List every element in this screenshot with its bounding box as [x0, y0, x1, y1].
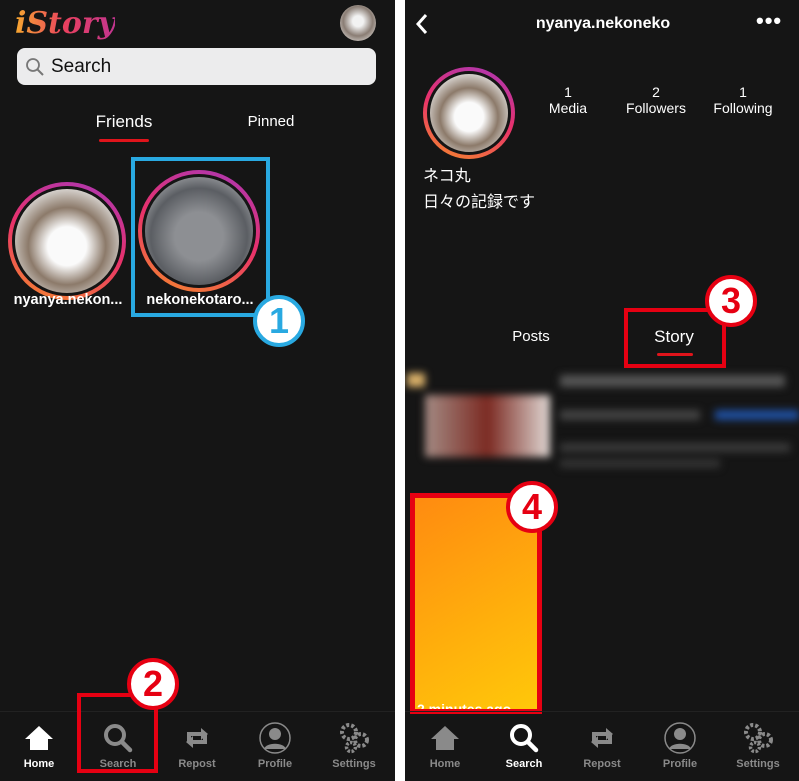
profile-avatar	[423, 67, 515, 159]
search-placeholder: Search	[51, 55, 112, 77]
bottom-nav: Home Search Repost Profile Settings	[405, 711, 799, 781]
nav-label: Search	[505, 758, 543, 770]
stat-following[interactable]: 1 Following	[713, 84, 772, 116]
repost-icon	[591, 728, 613, 748]
nav-profile[interactable]: Profile	[645, 722, 715, 770]
nav-label: Repost	[583, 758, 621, 770]
tab-pinned[interactable]: Pinned	[248, 113, 295, 130]
nav-label: Home	[23, 758, 55, 770]
gear-icon	[340, 723, 369, 754]
bio-line: 日々の記録です	[423, 194, 536, 211]
search-icon	[510, 724, 539, 753]
annotation-2: 2	[127, 658, 179, 710]
stat-value: 1	[564, 84, 572, 100]
bio: ネコ丸日々の記録です	[423, 164, 535, 216]
back-chevron-icon[interactable]	[415, 13, 429, 35]
profile-icon	[259, 722, 291, 754]
stat-media[interactable]: 1 Media	[549, 84, 587, 116]
my-avatar[interactable]	[340, 5, 376, 41]
nav-repost[interactable]: Repost	[567, 722, 637, 770]
nav-label: Settings	[332, 758, 376, 770]
istory-logo: iStory	[15, 6, 116, 41]
nav-repost[interactable]: Repost	[162, 722, 232, 770]
stat-followers[interactable]: 2 Followers	[626, 84, 686, 116]
repost-icon	[186, 728, 208, 748]
home-icon	[25, 726, 53, 750]
friend-name: nyanya.nekon...	[13, 292, 123, 308]
gear-icon	[744, 723, 773, 754]
nav-label: Profile	[257, 758, 293, 770]
stat-label: Following	[713, 100, 773, 116]
highlight-box-1	[131, 157, 270, 317]
nav-profile[interactable]: Profile	[240, 722, 310, 770]
blurred-ad	[405, 365, 799, 485]
nav-home[interactable]: Home	[410, 722, 480, 770]
nav-label: Repost	[178, 758, 216, 770]
annotation-1: 1	[253, 295, 305, 347]
stat-label: Followers	[626, 100, 686, 116]
profile-icon	[664, 722, 696, 754]
bottom-nav: Home Search Repost Profile Settings	[0, 711, 395, 781]
tab-underline	[99, 139, 149, 142]
nav-label: Settings	[736, 758, 780, 770]
search-icon	[26, 57, 44, 76]
profile-title: nyanya.nekoneko	[535, 15, 671, 32]
profile-screen: nyanya.nekoneko ••• 1 Media 2 Followers 1F…	[405, 0, 799, 781]
annotation-3: 3	[705, 275, 757, 327]
nav-label: Profile	[662, 758, 698, 770]
stat-label: Media	[548, 100, 588, 116]
tab-friends[interactable]: Friends	[96, 112, 153, 132]
bio-line: ネコ丸	[423, 168, 471, 185]
more-icon[interactable]: •••	[756, 8, 782, 34]
annotation-4: 4	[506, 481, 558, 533]
home-icon	[431, 726, 459, 750]
tab-posts[interactable]: Posts	[512, 328, 550, 345]
friend-avatar-nyanya[interactable]	[8, 182, 126, 300]
nav-search[interactable]: Search	[489, 722, 559, 770]
nav-label: Home	[429, 758, 461, 770]
search-input[interactable]: Search	[17, 48, 376, 85]
home-screen: iStory Search Friends Pinned nyanya.neko…	[0, 0, 395, 781]
nav-home[interactable]: Home	[4, 722, 74, 770]
stat-value: 1	[739, 84, 747, 100]
nav-settings[interactable]: Settings	[319, 722, 389, 770]
stat-value: 2	[652, 84, 660, 100]
nav-settings[interactable]: Settings	[723, 722, 793, 770]
